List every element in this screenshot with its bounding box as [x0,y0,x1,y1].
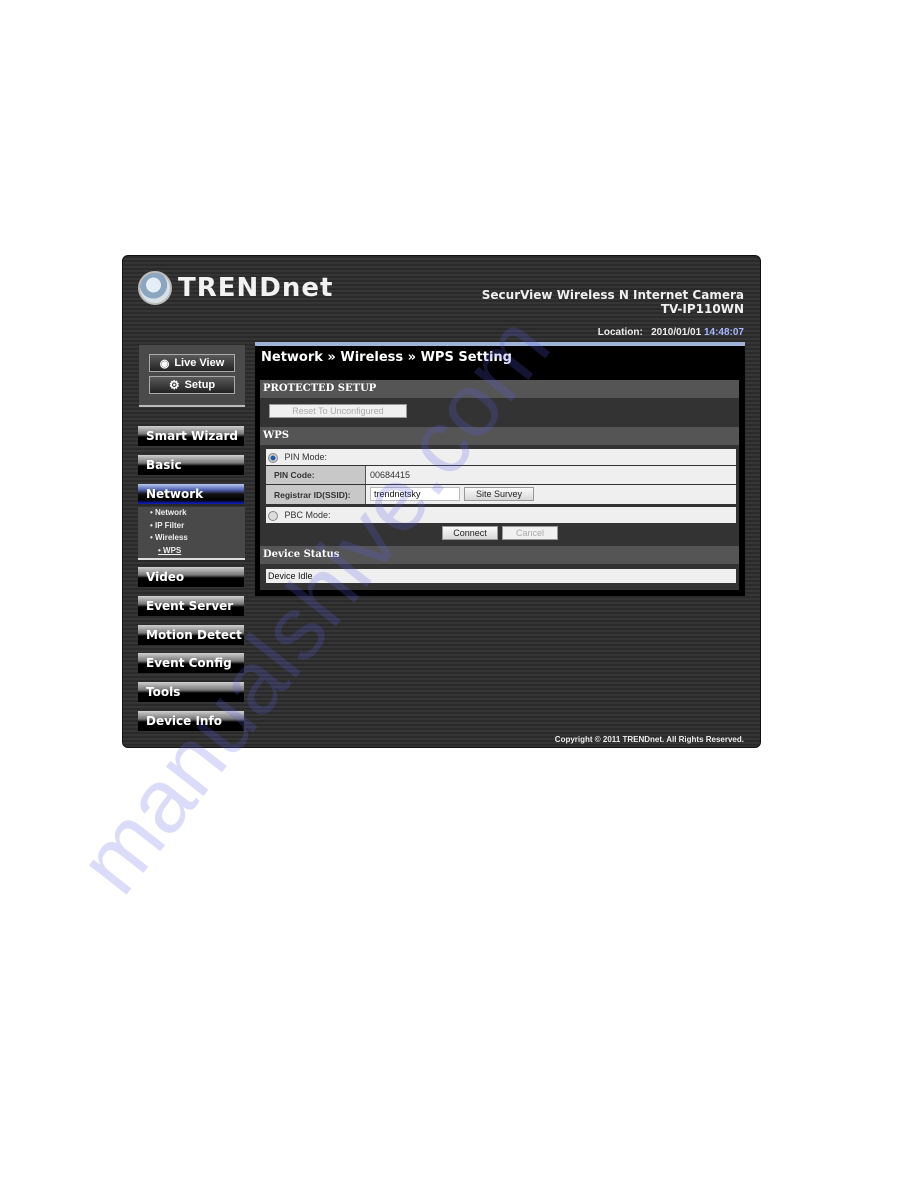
product-name: SecurView Wireless N Internet Camera [481,288,744,302]
location-label: Location: [597,327,643,338]
logo-globe-icon [138,271,172,305]
sidebar-item-device-info[interactable]: Device Info [138,711,245,731]
pbc-mode-radio[interactable] [268,510,278,521]
sidebar-item-network[interactable]: Network [138,484,245,504]
pin-mode-row: PIN Mode: [266,449,736,465]
product-model: TV-IP110WN [660,302,744,316]
pin-code-value: 00684415 [370,470,411,480]
sidebar-item-video[interactable]: Video [138,567,245,587]
location-date: 2010/01/01 [651,327,702,338]
eye-icon: ◉ [159,357,170,370]
pin-code-row: PIN Code: 00684415 [266,466,736,484]
setup-button[interactable]: ⚙ Setup [149,376,235,394]
device-status-value: Device Idle [266,569,736,583]
sidebar-item-event-server[interactable]: Event Server [138,596,245,616]
pbc-mode-label: PBC Mode: [284,510,331,520]
site-survey-button[interactable]: Site Survey [464,487,534,501]
submenu-network[interactable]: • Network [138,507,245,520]
copyright-text: Copyright © 2011 TRENDnet. All Rights Re… [554,735,744,744]
registrar-id-input[interactable]: trendnetsky [370,487,460,501]
pin-code-label: PIN Code: [266,466,366,484]
pin-mode-radio[interactable] [268,452,278,463]
sidebar-item-smart-wizard[interactable]: Smart Wizard [138,426,245,446]
live-view-label: Live View [174,357,225,369]
product-header: SecurView Wireless N Internet Camera TV-… [482,288,744,316]
sidebar-item-event-config[interactable]: Event Config [138,653,245,673]
live-view-button[interactable]: ◉ Live View [149,354,235,372]
location-time: 14:48:07 [703,327,744,338]
gear-icon: ⚙ [168,378,180,392]
submenu-wps[interactable]: • WPS [138,545,245,558]
logo-text: TRENDnet [178,273,334,303]
registrar-id-label: Registrar ID(SSID): [266,485,366,504]
network-submenu: • Network • IP Filter • Wireless • WPS [138,507,245,560]
sidebar-item-tools[interactable]: Tools [138,682,245,702]
wps-settings-panel: PROTECTED SETUP Reset To Unconfigured WP… [260,380,739,590]
sidebar-item-basic[interactable]: Basic [138,455,245,475]
pbc-mode-row: PBC Mode: [266,507,736,523]
reset-to-unconfigured-button[interactable]: Reset To Unconfigured [269,404,407,418]
submenu-ip-filter[interactable]: • IP Filter [138,520,245,533]
trendnet-logo: TRENDnet [138,271,333,305]
wps-heading: WPS [260,427,739,445]
protected-setup-heading: PROTECTED SETUP [260,380,739,398]
connect-button[interactable]: Connect [442,526,498,540]
cancel-button[interactable]: Cancel [502,526,558,540]
camera-web-ui: TRENDnet SecurView Wireless N Internet C… [122,255,761,748]
view-mode-panel: ◉ Live View ⚙ Setup [139,345,245,407]
device-status-heading: Device Status [260,546,739,564]
sidebar-item-motion-detect[interactable]: Motion Detect [138,625,245,645]
registrar-row: Registrar ID(SSID): trendnetsky Site Sur… [266,485,736,504]
location-readout: Location: 2010/01/01 14:48:07 [598,327,744,338]
pin-mode-label: PIN Mode: [284,452,328,462]
setup-label: Setup [184,379,216,391]
submenu-wireless[interactable]: • Wireless [138,532,245,545]
page-title: Network » Wireless » WPS Setting [261,350,512,365]
main-content: Network » Wireless » WPS Setting PROTECT… [255,342,745,596]
